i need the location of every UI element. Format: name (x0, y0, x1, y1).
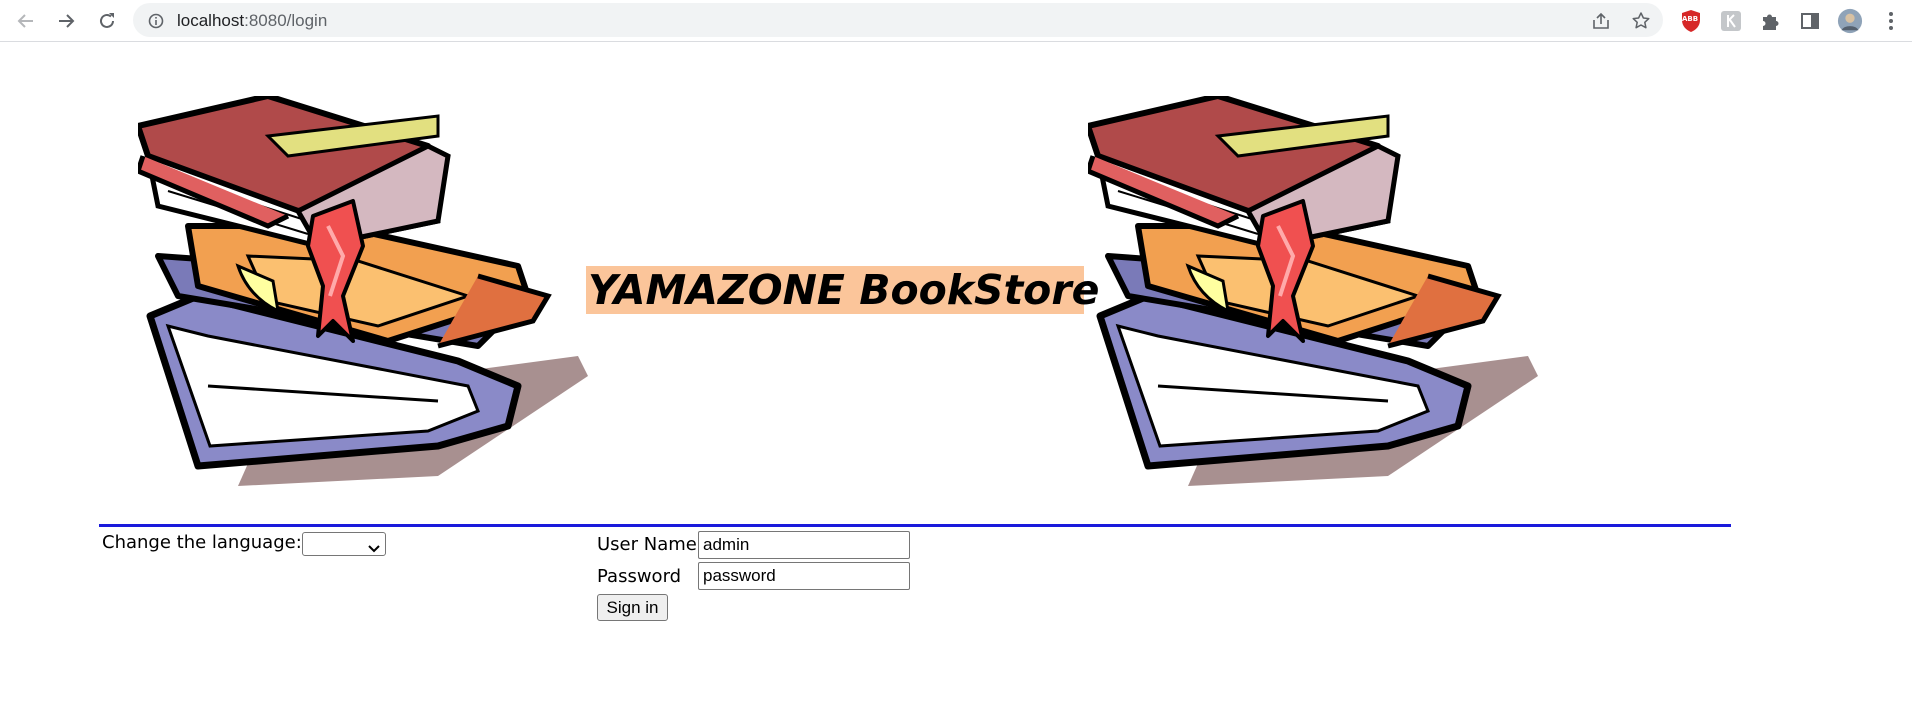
bookmark-star-icon[interactable] (1630, 10, 1652, 32)
language-select[interactable] (302, 532, 386, 556)
browser-toolbar: localhost:8080/login ABB (0, 0, 1912, 42)
puzzle-icon[interactable] (1757, 8, 1783, 34)
profile-avatar[interactable] (1837, 8, 1863, 34)
username-label: User Name (597, 534, 697, 555)
password-input[interactable]: password (698, 562, 910, 590)
kebab-menu-icon[interactable] (1878, 8, 1904, 34)
password-label: Password (597, 566, 682, 587)
chevron-down-icon (368, 539, 380, 558)
extension-badge: ABB (1682, 15, 1699, 23)
page-title: YAMAZONE BookStore (586, 266, 1100, 314)
back-icon[interactable] (11, 6, 41, 36)
extension-icon[interactable] (1718, 8, 1744, 34)
extension-shield-icon[interactable]: ABB (1678, 8, 1704, 34)
url-text: localhost:8080/login (177, 11, 328, 30)
forward-icon[interactable] (51, 6, 81, 36)
header-divider (99, 524, 1731, 527)
side-panel-icon[interactable] (1797, 8, 1823, 34)
username-input[interactable]: admin (698, 531, 910, 559)
reload-icon[interactable] (92, 6, 122, 36)
language-label: Change the language: (102, 532, 302, 553)
site-info-icon[interactable] (145, 10, 167, 32)
share-icon[interactable] (1590, 10, 1612, 32)
address-bar[interactable]: localhost:8080/login (133, 3, 1663, 37)
book-stack-image-left (138, 96, 588, 496)
sign-in-button[interactable]: Sign in (597, 594, 668, 621)
book-stack-image-right (1088, 96, 1538, 496)
